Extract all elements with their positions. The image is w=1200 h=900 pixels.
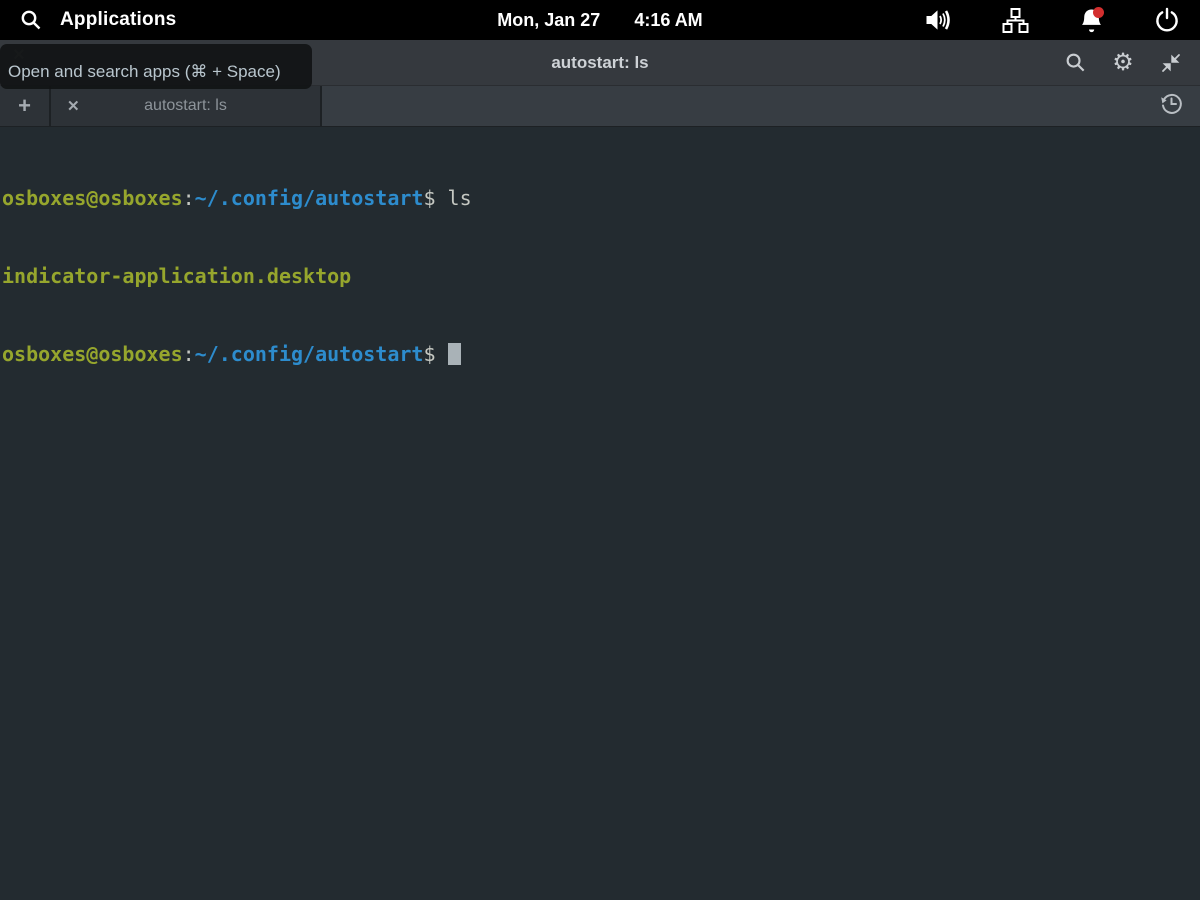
history-button[interactable] (1159, 86, 1200, 126)
terminal-screen[interactable]: osboxes@osboxes:~/.config/autostart$ ls … (0, 127, 1200, 899)
applications-menu[interactable]: Applications (0, 5, 176, 35)
tab-autostart[interactable]: ✕ autostart: ls (51, 86, 322, 126)
applications-label: Applications (60, 9, 176, 31)
prompt-dollar: $ (423, 186, 435, 210)
prompt-colon: : (183, 342, 195, 366)
tab-label: autostart: ls (51, 97, 320, 115)
time-label: 4:16 AM (634, 10, 702, 31)
search-icon (16, 5, 46, 35)
date-label: Mon, Jan 27 (497, 10, 600, 31)
terminal-tab-bar: + ✕ autostart: ls (0, 86, 1200, 127)
prompt-path: ~/.config/autostart (195, 342, 424, 366)
history-icon (1159, 91, 1184, 121)
prompt-colon: : (183, 186, 195, 210)
prompt-dollar: $ (423, 342, 435, 366)
titlebar-actions: ⚙ (1062, 50, 1200, 76)
terminal-output-line: indicator-application.desktop (2, 263, 1200, 289)
applications-tooltip: Open and search apps (⌘ + Space) (0, 44, 312, 89)
terminal-prompt-line: osboxes@osboxes:~/.config/autostart$ ls (2, 185, 1200, 211)
plus-icon: + (18, 93, 31, 119)
system-tray (924, 5, 1200, 35)
network-icon[interactable] (1000, 5, 1030, 35)
command-text: ls (436, 186, 472, 210)
prompt-user-host: osboxes@osboxes (2, 186, 183, 210)
system-top-bar: Applications Mon, Jan 27 4:16 AM (0, 0, 1200, 40)
terminal-cursor (448, 343, 461, 365)
tab-close-icon[interactable]: ✕ (67, 97, 80, 115)
power-icon[interactable] (1152, 5, 1182, 35)
unmaximize-icon[interactable] (1158, 50, 1184, 76)
tooltip-text: Open and search apps (⌘ + Space) (8, 62, 281, 82)
volume-icon[interactable] (924, 5, 954, 35)
search-icon[interactable] (1062, 50, 1088, 76)
ls-output-file: indicator-application.desktop (2, 264, 351, 288)
prompt-path: ~/.config/autostart (195, 186, 424, 210)
settings-gear-icon[interactable]: ⚙ (1110, 50, 1136, 76)
prompt-user-host: osboxes@osboxes (2, 342, 183, 366)
notifications-bell-icon[interactable] (1076, 5, 1106, 35)
command-text (436, 342, 448, 366)
new-tab-button[interactable]: + (0, 86, 51, 126)
terminal-prompt-line: osboxes@osboxes:~/.config/autostart$ (2, 341, 1200, 367)
